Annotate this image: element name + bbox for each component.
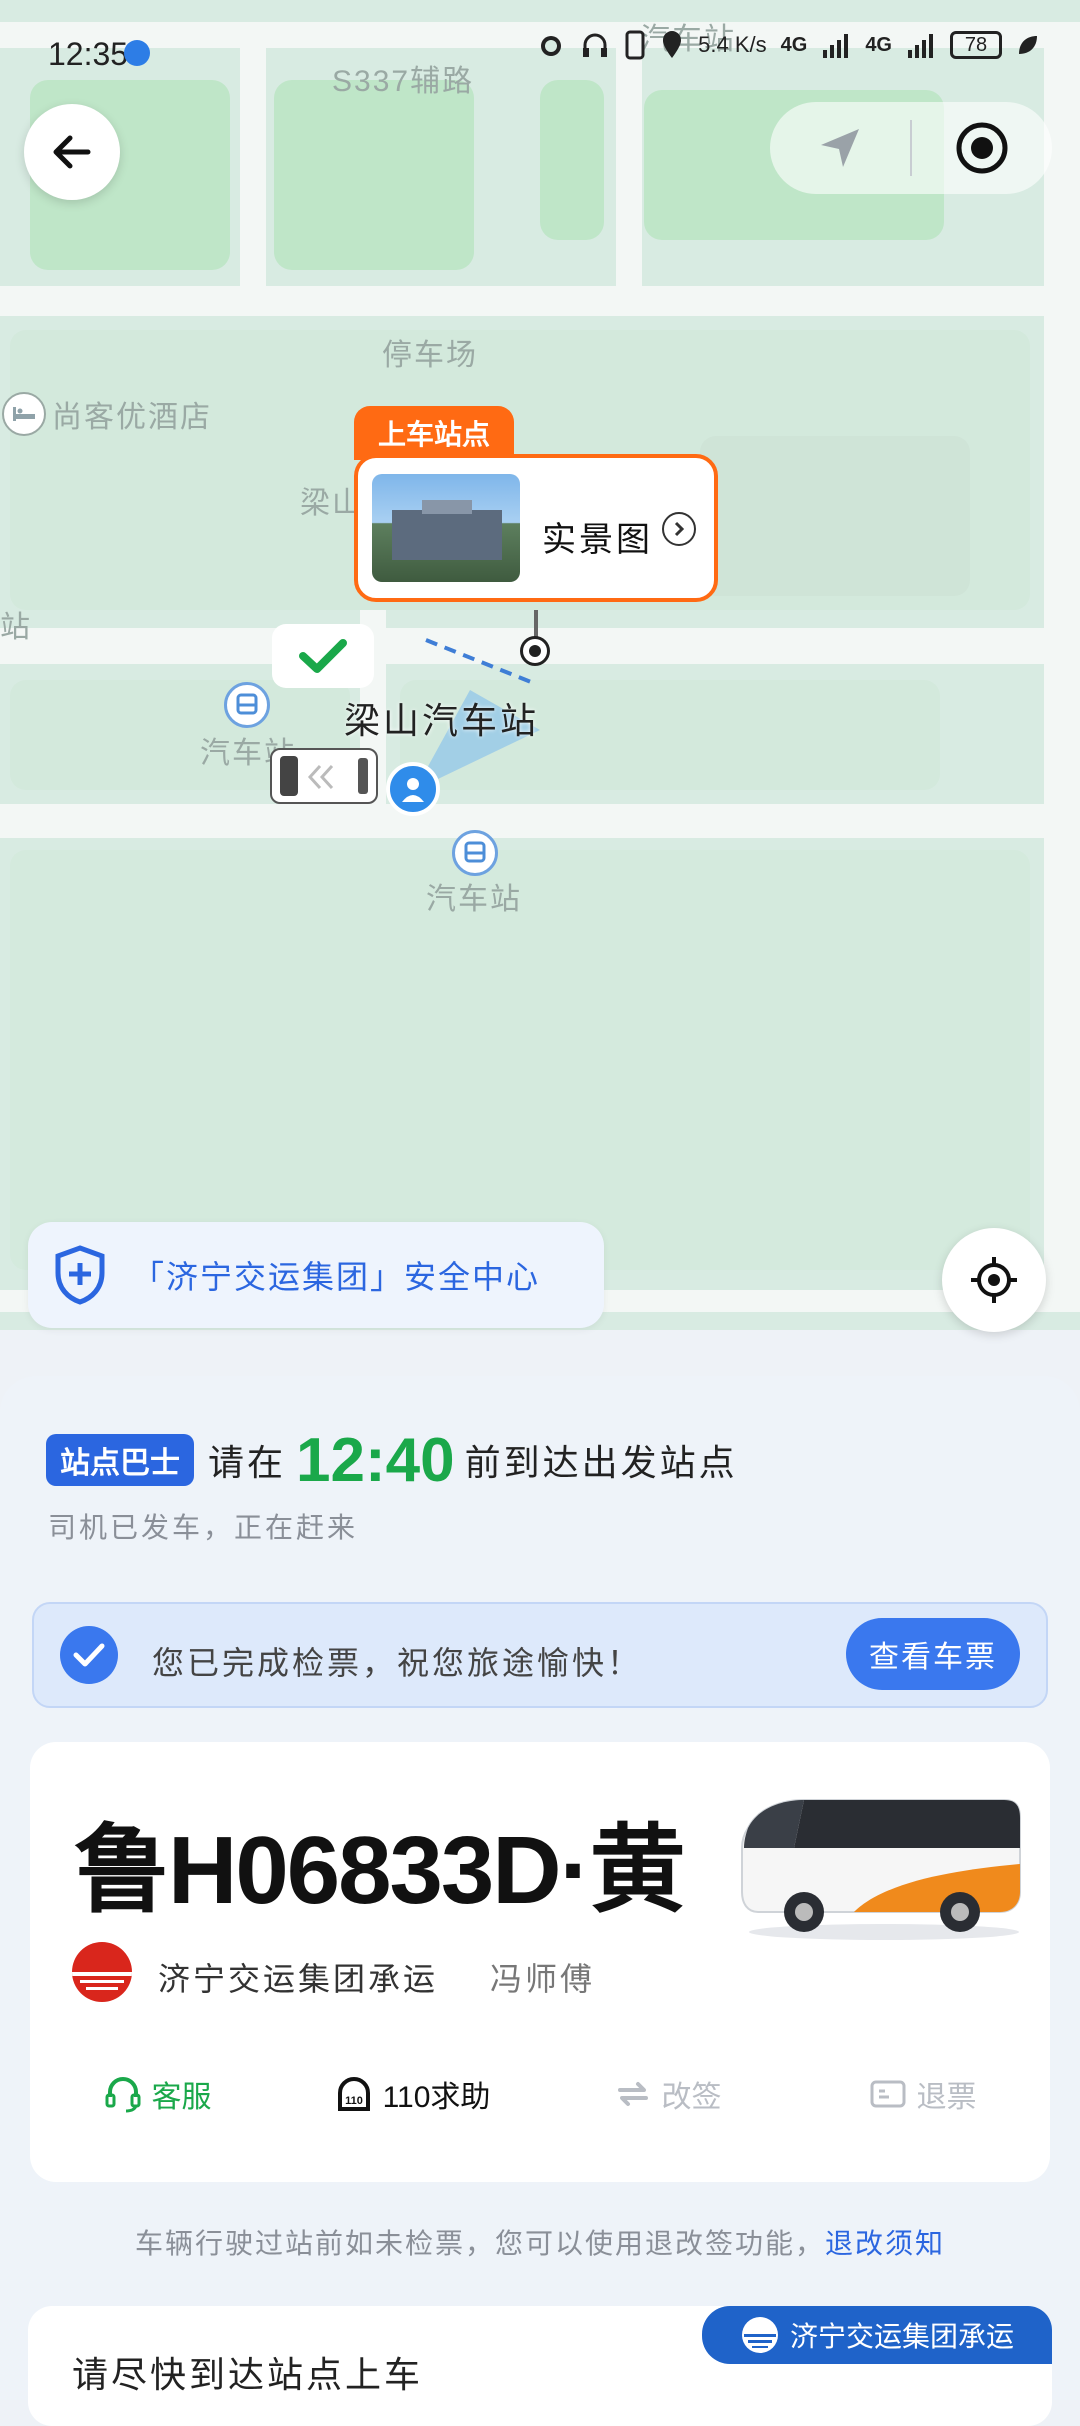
back-button[interactable] xyxy=(24,104,120,200)
station-photo xyxy=(372,474,520,582)
company-logo-icon xyxy=(72,1942,132,2002)
customer-service-button[interactable]: 客服 xyxy=(30,2072,285,2116)
carrier-tag: 济宁交运集团承运 xyxy=(702,2306,1052,2364)
live-view-label: 实景图 xyxy=(542,521,653,559)
carrier-tag-label: 济宁交运集团承运 xyxy=(789,2321,1014,2352)
instruction-prefix: 请在 xyxy=(208,1442,287,1483)
status-bar: 12:35 5.4 K/s 4G 4G 78 xyxy=(0,0,1080,110)
signal-bars-icon xyxy=(823,34,849,58)
my-location-marker xyxy=(386,762,440,816)
status-time: 12:35 xyxy=(48,36,129,72)
navigate-button[interactable] xyxy=(770,102,910,194)
ticket-checked-banner: 您已完成检票，祝您旅途愉快！ 查看车票 xyxy=(32,1602,1048,1708)
station-name-label: 梁山汽车站 xyxy=(344,700,540,741)
svg-text:110: 110 xyxy=(345,2095,363,2107)
ticket-icon xyxy=(870,2080,905,2108)
refund-ticket-button[interactable]: 退票 xyxy=(795,2072,1050,2116)
phone-icon xyxy=(625,30,645,60)
map-tool-group xyxy=(770,102,1052,194)
bus-image xyxy=(734,1782,1024,1942)
locate-me-button[interactable] xyxy=(942,1228,1046,1332)
customer-service-label: 客服 xyxy=(151,2081,212,2114)
check-marker xyxy=(272,624,374,688)
safety-center-label: 「济宁交运集团」安全中心 xyxy=(132,1259,541,1295)
crosshair-icon xyxy=(971,1257,1017,1303)
map-view[interactable]: S337辅路 汽车站 停车场 梁山 站 尚客优酒店 汽车站 汽车站 梁山汽车站 … xyxy=(0,0,1080,1330)
change-ticket-button[interactable]: 改签 xyxy=(540,2072,795,2116)
instruction-suffix: 前到达出发站点 xyxy=(464,1442,738,1483)
headset-icon xyxy=(105,2077,140,2113)
company-logo-icon xyxy=(741,2317,778,2353)
ticket-checked-text: 您已完成检票，祝您旅途愉快！ xyxy=(152,1645,643,1681)
carrier-company: 济宁交运集团承运 xyxy=(158,1961,439,1997)
refund-notice: 车辆行驶过站前如未检票，您可以使用退改签功能，退改须知 xyxy=(0,2222,1080,2262)
refund-notice-text: 车辆行驶过站前如未检票，您可以使用退改签功能， xyxy=(134,2228,825,2259)
vehicle-card: 鲁H06833D·黄 济宁交运集团承运 冯师傅 客服 110 110求助 改签 xyxy=(30,1742,1050,2182)
headphones-icon xyxy=(583,33,608,57)
location-status-icon xyxy=(663,31,682,58)
license-plate: 鲁H06833D·黄 xyxy=(74,1817,686,1924)
alarm-icon xyxy=(541,36,562,56)
app-status-icon xyxy=(124,40,150,66)
refund-ticket-label: 退票 xyxy=(916,2081,977,2114)
target-button[interactable] xyxy=(912,102,1052,194)
bus-marker-icon[interactable] xyxy=(270,748,378,804)
exchange-icon xyxy=(617,2082,648,2106)
pickup-station-tag: 上车站点 xyxy=(354,406,514,460)
pickup-pin[interactable] xyxy=(520,636,550,666)
driver-status: 司机已发车，正在赶来 xyxy=(48,1512,359,1543)
signal-bars-icon xyxy=(908,34,933,58)
view-ticket-button[interactable]: 查看车票 xyxy=(846,1618,1020,1690)
emergency-110-button[interactable]: 110 110求助 xyxy=(285,2072,540,2116)
battery-level: 78 xyxy=(964,33,988,56)
safety-center-button[interactable]: 「济宁交运集团」安全中心 xyxy=(28,1222,604,1328)
boarding-tip-title: 请尽快到达站点上车 xyxy=(72,2354,424,2395)
status-icons: 5.4 K/s 4G 4G 78 xyxy=(536,30,1040,60)
navigation-arrow-icon xyxy=(821,129,859,167)
change-ticket-label: 改签 xyxy=(661,2081,722,2114)
battery-icon: 78 xyxy=(950,31,1002,59)
arrow-left-icon xyxy=(53,135,91,169)
target-icon xyxy=(956,122,1008,174)
signal-label-2: 4G xyxy=(865,33,892,56)
live-view-popup[interactable]: 实景图 xyxy=(354,454,718,602)
trip-actions: 客服 110 110求助 改签 退票 xyxy=(30,2072,1050,2116)
shield-icon xyxy=(55,1245,105,1305)
net-speed: 5.4 K/s xyxy=(698,32,767,57)
check-icon xyxy=(299,639,347,673)
police-alarm-icon: 110 xyxy=(337,2077,370,2111)
station-bus-badge: 站点巴士 xyxy=(46,1434,194,1486)
person-icon xyxy=(402,778,424,802)
emergency-110-label: 110求助 xyxy=(382,2081,491,2114)
driver-name: 冯师傅 xyxy=(490,1961,596,1997)
departure-time: 12:40 xyxy=(296,1425,455,1495)
refund-policy-link[interactable]: 退改须知 xyxy=(825,2228,945,2259)
signal-label-1: 4G xyxy=(780,33,808,56)
leaf-icon xyxy=(1019,36,1037,54)
chevron-right-icon xyxy=(662,512,696,546)
check-circle-icon xyxy=(60,1626,118,1684)
departure-instruction: 站点巴士 请在 12:40 前到达出发站点 xyxy=(46,1420,738,1500)
